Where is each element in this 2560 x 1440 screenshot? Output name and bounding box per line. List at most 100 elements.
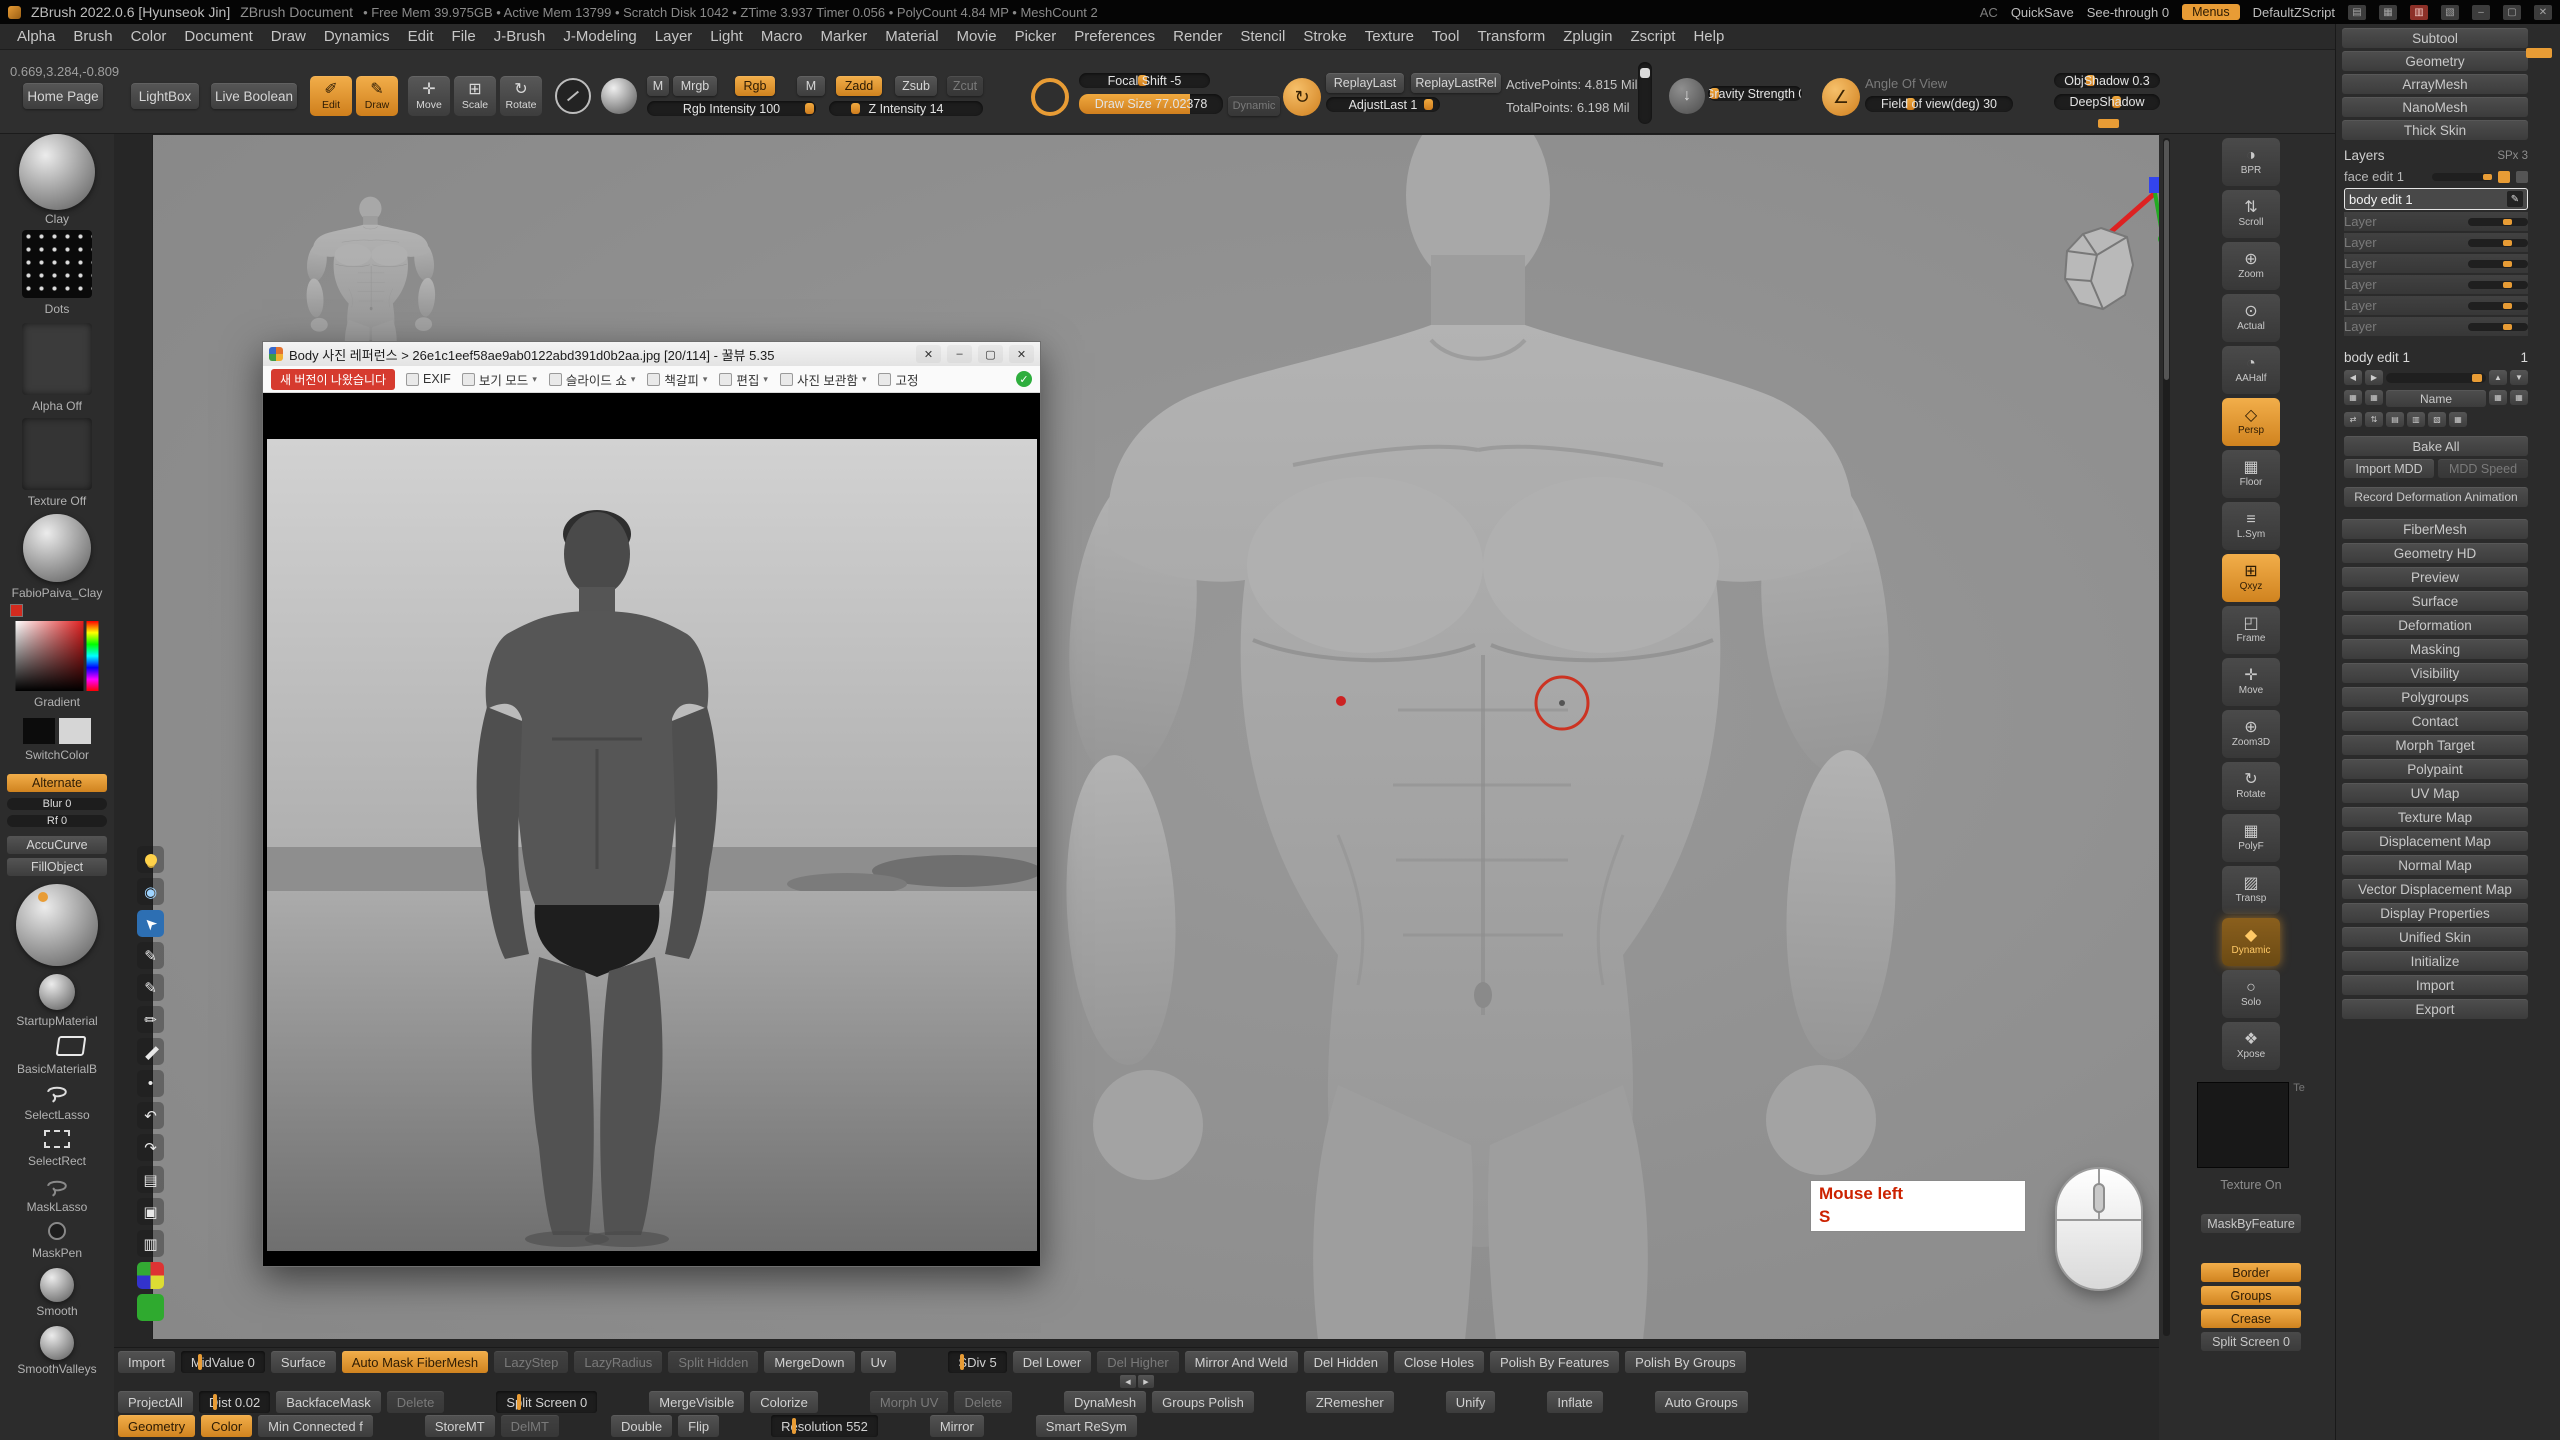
tray-button[interactable]: Groups Polish [1152, 1391, 1254, 1413]
tray-button[interactable]: Smart ReSym [1036, 1415, 1137, 1437]
adjust-last-slider[interactable]: AdjustLast 1 [1326, 97, 1440, 112]
draw-button[interactable]: ✎ Draw [356, 76, 398, 116]
menu-item[interactable]: Texture [1356, 26, 1423, 47]
tray-button[interactable]: MergeDown [764, 1351, 854, 1373]
menu-item[interactable]: Brush [64, 26, 121, 47]
ruler-icon[interactable]: ▬ [137, 1038, 164, 1065]
right-shelf-button[interactable]: ◆ Dynamic [2222, 918, 2280, 966]
tray-button[interactable]: ZRemesher [1306, 1391, 1394, 1413]
tool-subpalette-bar[interactable]: Initialize [2342, 951, 2528, 971]
sdiv-step-up[interactable]: ▶ [1138, 1375, 1154, 1388]
tool-subpalette-bar[interactable]: Unified Skin [2342, 927, 2528, 947]
mask-by-feature-button[interactable]: MaskByFeature [2201, 1214, 2301, 1233]
tray-button[interactable]: Del Higher [1097, 1351, 1178, 1373]
tool-subpalette-bar[interactable]: Normal Map [2342, 855, 2528, 875]
main-color-swatch[interactable] [23, 718, 55, 744]
layer-intensity-slider[interactable] [2468, 218, 2528, 226]
color-picker[interactable] [16, 621, 99, 691]
right-shelf-button[interactable]: ▦ PolyF [2222, 814, 2280, 862]
tray-button[interactable]: Inflate [1547, 1391, 1602, 1413]
smooth-valleys-thumb[interactable] [40, 1326, 74, 1360]
viewer-menu-item[interactable]: 편집 ▾ [719, 370, 768, 389]
layer-row-body-edit[interactable]: body edit 1 ✎ [2344, 188, 2528, 210]
undo-icon[interactable]: ↶ [137, 1102, 164, 1129]
tool-subpalette-bar[interactable]: Displacement Map [2342, 831, 2528, 851]
menu-item[interactable]: Document [175, 26, 261, 47]
default-zscript-button[interactable]: DefaultZScript [2253, 5, 2335, 20]
mask-lasso-icon[interactable] [43, 1176, 71, 1203]
scale-button[interactable]: ⊞ Scale [454, 76, 496, 116]
tray-button[interactable]: Delete [387, 1391, 445, 1413]
menu-item[interactable]: Picker [1006, 26, 1066, 47]
select-lasso-icon[interactable] [43, 1082, 71, 1109]
sdiv-step-down[interactable]: ◀ [1120, 1375, 1136, 1388]
tray-button[interactable]: Mirror [930, 1415, 984, 1437]
exif-button[interactable]: EXIF [406, 372, 451, 386]
tray-button[interactable]: MergeVisible [649, 1391, 744, 1413]
tool-subpalette-bar[interactable]: Display Properties [2342, 903, 2528, 923]
tray-button[interactable]: Uv [861, 1351, 897, 1373]
blur-slider[interactable]: Blur 0 [7, 798, 107, 810]
right-shelf-button[interactable]: ⊙ Actual [2222, 294, 2280, 342]
tool-subpalette-bar[interactable]: Masking [2342, 639, 2528, 659]
layer-row-empty[interactable]: Layer [2344, 233, 2528, 252]
tool-subpalette-bar[interactable]: Polypaint [2342, 759, 2528, 779]
tray-button[interactable]: Split Hidden [668, 1351, 758, 1373]
edit-button[interactable]: ✐ Edit [310, 76, 352, 116]
layer-up-button[interactable]: ▲ [2489, 370, 2507, 385]
tray-button[interactable]: DelMT [501, 1415, 559, 1437]
mdd-speed-button[interactable]: MDD Speed [2438, 459, 2528, 478]
replay-last-button[interactable]: ReplayLast [1326, 73, 1404, 93]
layer-strength-slider[interactable] [2386, 373, 2486, 383]
tray-button[interactable]: Morph UV [870, 1391, 949, 1413]
maximize-button[interactable]: ▢ [2503, 5, 2521, 20]
tray-button[interactable]: LazyStep [494, 1351, 568, 1373]
viewer-menu-item[interactable]: 고정 ▾ [878, 370, 918, 389]
menu-item[interactable]: Transform [1468, 26, 1554, 47]
gravity-strength-slider[interactable]: Gravity Strength 0 [1708, 86, 1802, 101]
tray-button[interactable]: BackfaceMask [276, 1391, 381, 1413]
lightbulb-icon[interactable] [137, 846, 164, 873]
layer-row-empty[interactable]: Layer [2344, 317, 2528, 336]
pen-icon[interactable]: ✎ [137, 974, 164, 1001]
tray-button[interactable]: Split Screen 0 [496, 1391, 597, 1413]
viewer-titlebar[interactable]: Body 사진 레퍼런스 > 26e1c1eef58ae9ab0122abd39… [263, 342, 1040, 366]
brush-thumbnail[interactable] [19, 134, 95, 210]
palette-section-bar[interactable]: Subtool [2342, 28, 2528, 48]
lightbox-button[interactable]: LightBox [131, 83, 199, 109]
palette-section-bar[interactable]: NanoMesh [2342, 97, 2528, 117]
right-shelf-button[interactable]: ↻ Rotate [2222, 762, 2280, 810]
tray-button[interactable]: Geometry [118, 1415, 195, 1437]
redo-icon[interactable]: ↷ [137, 1134, 164, 1161]
home-page-button[interactable]: Home Page [23, 83, 103, 109]
right-shelf-button[interactable]: ◇ Persp [2222, 398, 2280, 446]
record-icon[interactable]: ▥ [2410, 5, 2428, 20]
pen-disabled-icon[interactable]: ✎ [137, 942, 164, 969]
accucurve-button[interactable]: AccuCurve [7, 836, 107, 854]
right-shelf-button[interactable]: ✛ Move [2222, 658, 2280, 706]
tray-button[interactable]: Auto Groups [1655, 1391, 1748, 1413]
rgb-intensity-slider[interactable]: Rgb Intensity 100 [647, 101, 816, 116]
zsub-button[interactable]: Zsub [895, 76, 937, 96]
hue-bar[interactable] [87, 621, 99, 691]
alpha-thumbnail[interactable] [22, 323, 92, 395]
quicksave-button[interactable]: QuickSave [2011, 5, 2074, 20]
menu-item[interactable]: Draw [262, 26, 315, 47]
record-deformation-button[interactable]: Record Deformation Animation [2344, 487, 2528, 507]
layer-row-empty[interactable]: Layer [2344, 296, 2528, 315]
tool-subpalette-bar[interactable]: Texture Map [2342, 807, 2528, 827]
objshadow-slider[interactable]: ObjShadow 0.3 [2054, 73, 2160, 88]
layer-intensity-slider[interactable] [2468, 281, 2528, 289]
menu-item[interactable]: Zscript [1621, 26, 1684, 47]
rf-slider[interactable]: Rf 0 [7, 815, 107, 827]
tray-button[interactable]: StoreMT [425, 1415, 495, 1437]
m-mode-button[interactable]: M [647, 76, 669, 96]
viewer-content[interactable] [263, 393, 1040, 1266]
alternate-button[interactable]: Alternate [7, 774, 107, 792]
replay-icon[interactable]: ↻ [1283, 78, 1321, 116]
tray-button[interactable]: MidValue 0 [181, 1351, 265, 1373]
tray-button[interactable]: Dist 0.02 [199, 1391, 270, 1413]
border-button[interactable]: Border [2201, 1263, 2301, 1282]
replay-last-rel-button[interactable]: ReplayLastRel [1411, 73, 1501, 93]
color-swatch-icon[interactable] [137, 1294, 164, 1321]
